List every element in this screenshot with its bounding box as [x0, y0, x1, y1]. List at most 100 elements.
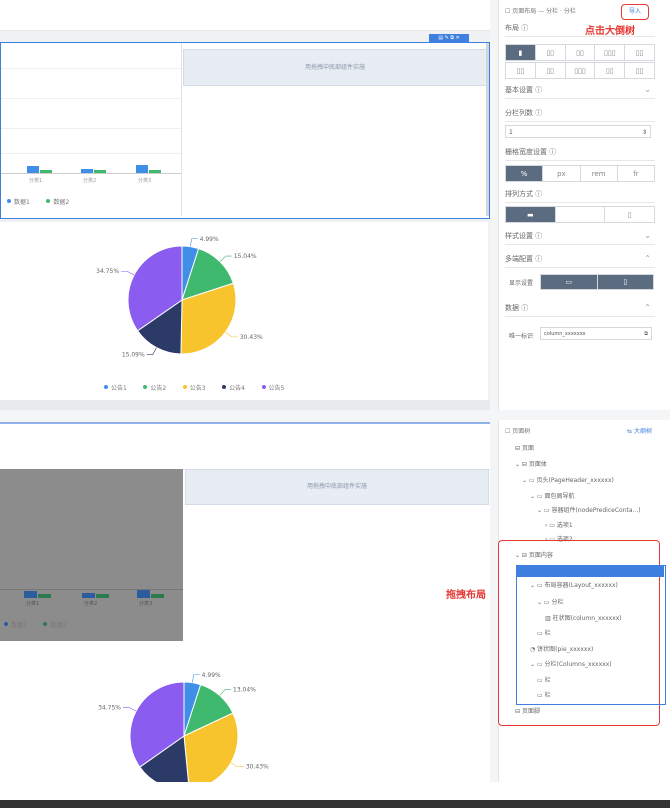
section-data[interactable]: 数据 ⓘ ⌃ [505, 300, 655, 317]
tree-node[interactable]: ⌄ ⊟ 页面体 [515, 459, 547, 471]
layout-grid-row1[interactable]: ▮ ▯▯ ▯▯ ▯▯▯ ▯▯ [505, 44, 655, 61]
edit-icon[interactable]: ⧉ [644, 328, 648, 341]
tree-node-label: 分栏(Columns_xxxxxx) [544, 661, 612, 668]
tree-node[interactable]: ◔ 饼状图(pie_xxxxxx) [530, 644, 593, 656]
layout-option[interactable]: ▯▯ [536, 63, 566, 78]
pie-leader-line [230, 762, 244, 768]
scrollbar[interactable] [486, 43, 489, 216]
layout-grid-row2[interactable]: ▯▯ ▯▯ ▯▯▯ ▯▯ ▯▯ [505, 62, 655, 79]
tree-node[interactable]: ▥ 柱状图(column_xxxxxx) [545, 613, 622, 625]
tree-node-label: 选项1 [556, 522, 573, 529]
layout-option[interactable]: ▯▯ [536, 45, 566, 60]
bar-mark [149, 170, 161, 173]
tree-node[interactable]: ⊟ 页面 [515, 443, 534, 455]
left-column[interactable]: 分类1 分类2 分类3 数据1 数据2 [1, 43, 182, 216]
panel-header-text: 页面布局 — 分栏 · 分栏 [512, 8, 576, 15]
bar-mark [82, 593, 95, 598]
legend-label: 公告2 [150, 384, 167, 392]
tree-node[interactable]: ⌄ ▭ 页头(PageHeader_xxxxxx) [522, 475, 614, 487]
width-unit-option[interactable]: % [506, 166, 544, 181]
layout-option[interactable]: ▯▯ [625, 63, 654, 78]
tree-node[interactable]: ▭ 栏 [537, 675, 551, 687]
section-direction[interactable]: 排列方式 ⓘ [505, 186, 655, 203]
selected-columns-container[interactable]: ▤ ✎ ⧉ ✕ 分类1 分类2 分类3 数据1 数据2 用拖拽中底部组件实施 [0, 34, 490, 219]
tree-node[interactable]: ⊟ 页面脚 [515, 706, 540, 718]
pie-chart-top: 4.99% 15.04% 30.43% 15.09% 34.75% [96, 236, 263, 359]
section-columns[interactable]: 分栏列数 ⓘ [505, 105, 655, 122]
tree-node[interactable]: ⌄ ▭ 面包屑导航 [530, 491, 575, 503]
tree-node-label: 栏 [544, 692, 551, 699]
bar-cat-label: 分类3 [139, 601, 153, 607]
section-label: 多端配置 [505, 255, 533, 263]
width-unit-option[interactable]: rem [581, 166, 618, 181]
legend-label: 公告5 [268, 384, 285, 392]
pie-data-label: 34.75% [96, 268, 119, 275]
tree-node[interactable]: ▭ 栏 [537, 628, 551, 640]
bar-cat-label: 分类3 [138, 178, 152, 184]
desktop-icon[interactable]: ▭ [541, 275, 598, 289]
tree-node-label: 柱状图(column_xxxxxx) [552, 615, 622, 622]
chevron-up-icon: ⌃ [644, 303, 651, 312]
section-style[interactable]: 样式设置 ⓘ ⌄ [505, 228, 655, 245]
tree-node[interactable]: ⌄ ▭ 容器组件(nodePrediceConta...) [537, 505, 641, 517]
section-basic[interactable]: 基本设置 ⓘ ⌄ [505, 82, 655, 99]
direction-selector[interactable]: ▬ ▯ [505, 206, 655, 223]
data-id-label: 唯一标识 [509, 333, 534, 340]
section-device[interactable]: 多端配置 ⓘ ⌃ [505, 251, 655, 268]
right-column-placeholder[interactable]: 用拖拽中底部组件实施 [183, 49, 487, 86]
section-label: 基本设置 [505, 86, 533, 94]
section-label: 布局 [505, 24, 519, 32]
column-count-input[interactable]: 1 ⇕ [505, 125, 651, 138]
width-unit-option[interactable]: px [543, 166, 581, 181]
dragging-column-overlay[interactable]: 分类1 分类2 分类3 数据1 数据2 [0, 469, 183, 641]
data-id-input[interactable]: column_xxxxxxx ⧉ [540, 327, 652, 340]
bar-mark [136, 165, 148, 173]
tree-node[interactable]: ▭ 栏 [537, 690, 551, 702]
layout-option[interactable]: ▯▯▯ [566, 63, 596, 78]
column-count-value: 1 [509, 129, 513, 136]
tree-node[interactable]: ⌄ ▭ 布局容器(Layout_xxxxxx) [530, 580, 618, 592]
bar-mark [24, 591, 37, 598]
stepper-icon[interactable]: ⇕ [642, 126, 647, 139]
direction-option[interactable]: ▬ [506, 207, 556, 222]
tree-node-label: 饼状图(pie_xxxxxx) [537, 646, 594, 653]
layout-option[interactable]: ▯▯ [506, 63, 536, 78]
section-layout[interactable]: 布局 ⓘ [505, 20, 655, 37]
legend-label: 公告1 [111, 384, 127, 392]
section-width[interactable]: 栅格宽度设置 ⓘ [505, 144, 655, 161]
device-selector[interactable]: ▭ ▯ [540, 274, 654, 290]
bottom-canvas: 分类1 分类2 分类3 数据1 数据2 用拖拽中底部组件实施 4.99% 13.0… [0, 422, 490, 784]
enlarge-button[interactable]: 导入 [621, 4, 649, 20]
tree-node[interactable]: › ▭ 选项1 [545, 520, 573, 532]
tree-node-label: 栏 [544, 630, 551, 637]
top-canvas: ▤ ✎ ⧉ ✕ 分类1 分类2 分类3 数据1 数据2 用拖拽中底部组件实施 4… [0, 0, 490, 410]
bar-cat-label: 分类2 [83, 178, 97, 184]
direction-option[interactable]: ▯ [605, 207, 654, 222]
bottom-bar [0, 800, 670, 808]
layout-option[interactable]: ▯▯▯ [595, 45, 626, 60]
bottom-toolbar [0, 424, 490, 470]
pie-data-label: 4.99% [202, 672, 221, 679]
layout-option[interactable]: ▯▯ [625, 45, 654, 60]
column-toolbar[interactable]: ▤ ✎ ⧉ ✕ [429, 34, 469, 43]
tree-node-label: 布局容器(Layout_xxxxxx) [544, 582, 618, 589]
layout-option[interactable]: ▮ [506, 45, 536, 60]
right-column-placeholder[interactable]: 用拖拽中底部组件实施 [185, 469, 489, 505]
layout-option[interactable]: ▯▯ [595, 63, 626, 78]
tree-node[interactable]: ⌄ ▭ 分栏(Columns_xxxxxx) [530, 659, 612, 671]
mobile-icon[interactable]: ▯ [597, 275, 653, 289]
direction-option[interactable] [556, 207, 606, 222]
tree-node-label: 栏 [544, 677, 551, 684]
outline-button[interactable]: ⇆ 大纲树 [627, 426, 652, 435]
layout-option[interactable]: ▯▯ [566, 45, 596, 60]
device-label: 显示设置 [509, 280, 534, 287]
horizontal-scrollbar[interactable] [0, 400, 490, 410]
width-unit-selector[interactable]: % px rem fr [505, 165, 655, 182]
width-unit-option[interactable]: fr [618, 166, 654, 181]
tree-node-label: 页面 [521, 445, 534, 452]
pie-data-label: 30.43% [240, 334, 263, 341]
tree-node[interactable]: ⌄ ▭ 分栏 [537, 597, 564, 609]
bar-mark [27, 166, 39, 173]
pie-chart-bottom: 4.99% 13.04% 30.43% 34.75% [98, 672, 269, 784]
panel-header: ☐ 页面布局 — 分栏 · 分栏 [505, 8, 576, 15]
